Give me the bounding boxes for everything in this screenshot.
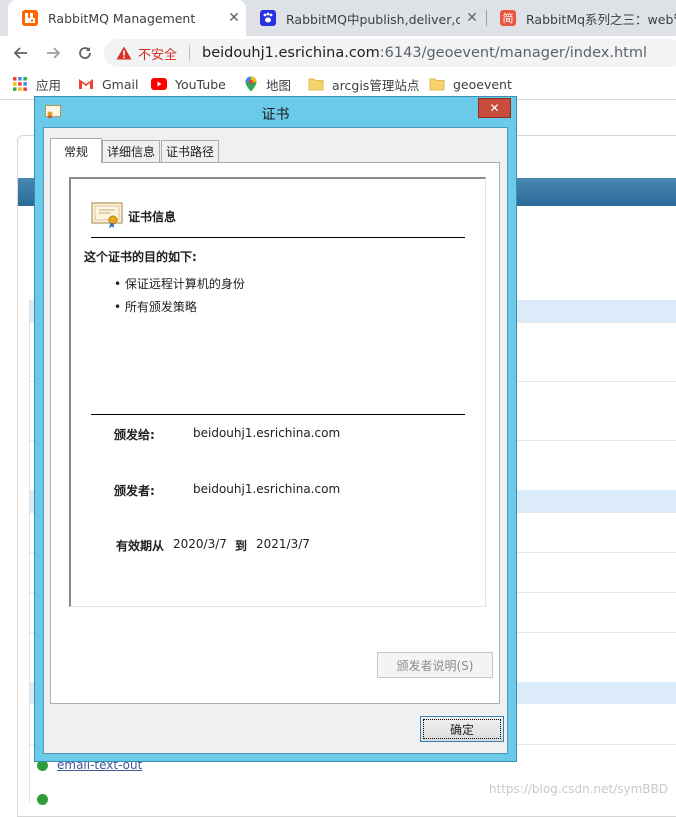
bookmark-maps[interactable]: 地图 [244,75,291,93]
status-ok-icon [37,794,48,805]
forward-button[interactable] [40,40,66,66]
purpose-item: • 所有颁发策略 [114,300,197,314]
back-button[interactable] [8,40,34,66]
security-status[interactable]: 不安全 [138,44,177,63]
tab-title: RabbitMQ中publish,deliver,co [286,11,460,27]
cert-info-heading: 证书信息 [128,210,177,224]
youtube-icon [151,78,167,90]
bookmark-label: 地图 [266,77,292,93]
watermark: https://blog.csdn.net/symBBD [488,782,668,796]
bookmark-geoevent-folder[interactable]: geoevent [429,75,512,93]
issued-to-value[interactable]: beidouhj1.esrichina.com [193,426,340,440]
certificate-info-box: 证书信息 这个证书的目的如下: • 保证远程计算机的身份 • 所有颁发策略 颁发… [69,177,486,607]
address-divider [189,45,191,61]
purpose-text: 所有颁发策略 [124,300,197,314]
address-bar[interactable]: 不安全 beidouhj1.esrichina.com:6143/geoeven… [104,39,676,67]
warning-triangle-icon [116,46,132,60]
dialog-titlebar[interactable]: 证书 ✕ [35,97,516,127]
tab-title: RabbitMq系列之三：web管理 [526,11,676,27]
close-icon: ✕ [489,101,500,115]
tab-label: 证书路径 [165,145,214,159]
reload-icon [79,47,91,59]
forward-arrow-icon [47,47,61,59]
general-tab-panel: 证书信息 这个证书的目的如下: • 保证远程计算机的身份 • 所有颁发策略 颁发… [50,162,500,704]
bookmark-gmail[interactable]: Gmail [78,75,138,93]
bookmark-youtube[interactable]: YouTube [151,75,226,93]
issuer-statement-button[interactable]: 颁发者说明(S) [377,652,493,678]
tab-label: 详细信息 [106,145,155,159]
tab-rabbitmq-series[interactable]: 简 RabbitMq系列之三：web管理 [486,0,676,36]
reload-button[interactable] [72,40,98,66]
url-host: beidouhj1.esrichina.com [202,45,380,61]
browser-tab-strip: RabbitMQ Management ✕ RabbitMQ中publish,d… [0,0,676,36]
valid-to-value[interactable]: 2021/3/7 [256,537,310,551]
gmail-icon [79,79,93,89]
divider [91,237,465,238]
purpose-title: 这个证书的目的如下: [84,250,197,264]
background-column-border [29,300,30,802]
purpose-text: 保证远程计算机的身份 [124,277,245,291]
tab-details[interactable]: 详细信息 [102,140,160,162]
bookmark-label: Gmail [102,76,139,92]
purpose-item: • 保证远程计算机的身份 [114,277,245,291]
bookmark-arcgis-folder[interactable]: arcgis管理站点 [308,75,419,93]
tab-rabbitmq-publish[interactable]: RabbitMQ中publish,deliver,co ✕ [246,0,484,36]
issued-to-label: 颁发给: [114,428,155,442]
ok-button[interactable]: 确定 [420,716,504,742]
tab-cert-path[interactable]: 证书路径 [161,140,219,162]
tab-rabbitmq-management[interactable]: RabbitMQ Management ✕ [8,0,246,36]
tab-general[interactable]: 常规 [50,138,102,163]
bookmark-label: geoevent [453,76,512,92]
dialog-title: 证书 [261,107,290,123]
maps-icon [245,76,257,92]
divider [91,414,465,415]
valid-from-label: 有效期从 [116,539,165,553]
baidu-paw-icon [260,10,276,26]
jian-icon: 简 [500,10,516,26]
tab-title: RabbitMQ Management [48,10,196,26]
certificate-dialog: 证书 ✕ 常规 详细信息 证书路径 证书信息 这个证书的目的如下: • 保证远程… [34,96,517,762]
issued-by-value[interactable]: beidouhj1.esrichina.com [193,482,340,496]
rabbitmq-icon [22,10,38,26]
issued-by-label: 颁发者: [114,484,155,498]
dialog-close-button[interactable]: ✕ [478,98,511,118]
bookmark-label: arcgis管理站点 [332,77,420,93]
folder-icon [308,78,324,91]
bookmark-label: YouTube [175,76,226,92]
next-item-link [37,794,57,805]
browser-toolbar: 不安全 beidouhj1.esrichina.com:6143/geoeven… [0,36,676,69]
valid-from-value[interactable]: 2020/3/7 [173,537,227,551]
folder-icon [429,78,445,91]
button-label: 确定 [449,722,474,737]
dialog-body: 常规 详细信息 证书路径 证书信息 这个证书的目的如下: • 保证远程计算机的身… [43,127,508,754]
close-tab-icon[interactable]: ✕ [460,10,484,26]
certificate-icon [91,202,123,228]
valid-to-label: 到 [235,539,248,553]
bookmark-apps[interactable]: 应用 [12,75,61,93]
close-tab-icon[interactable]: ✕ [222,10,246,26]
url-text[interactable]: beidouhj1.esrichina.com:6143/geoevent/ma… [202,45,647,61]
tab-label: 常规 [63,144,88,159]
url-path: :6143/geoevent/manager/index.html [379,45,648,61]
bookmark-label: 应用 [36,77,62,93]
button-label: 颁发者说明(S) [396,658,474,673]
apps-grid-icon [13,77,27,91]
back-arrow-icon [13,47,27,59]
